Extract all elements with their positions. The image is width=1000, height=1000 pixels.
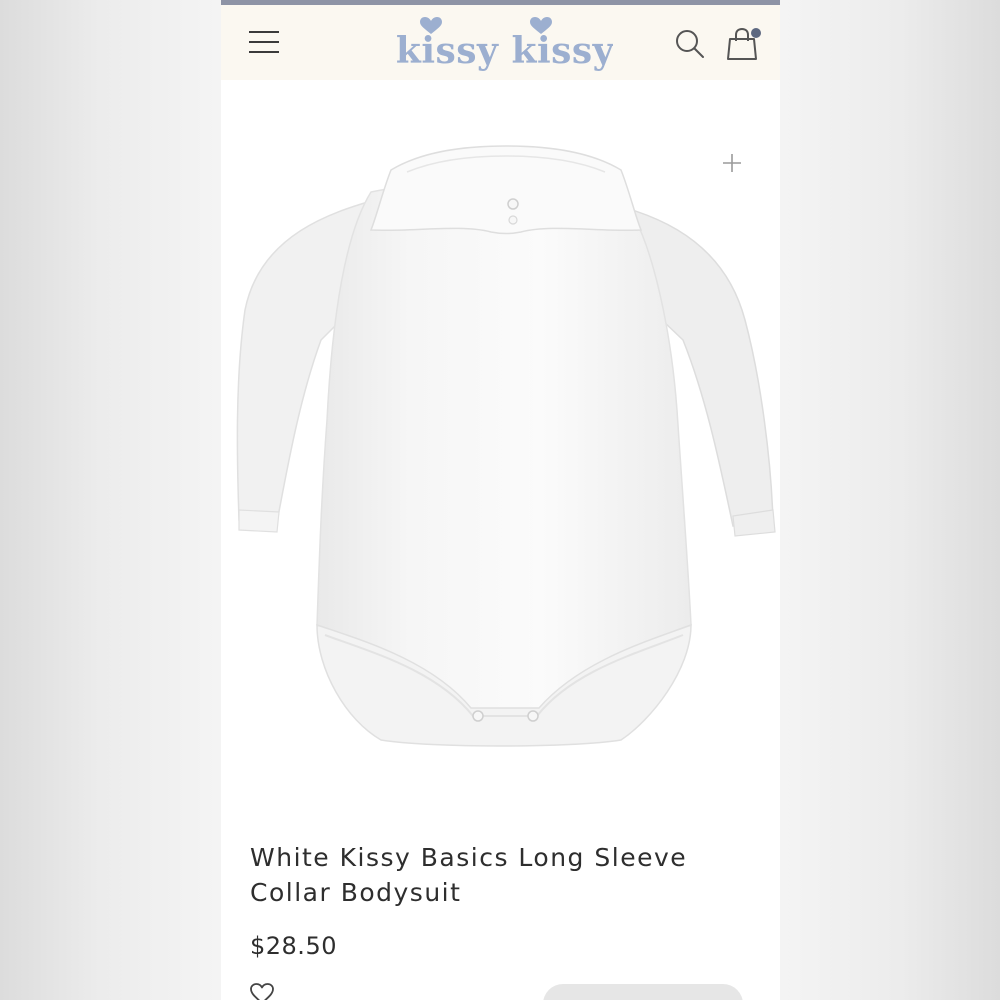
- plus-icon[interactable]: [719, 150, 745, 176]
- bag-badge-icon: [751, 28, 761, 38]
- hamburger-menu-icon[interactable]: [247, 27, 281, 57]
- product-image[interactable]: [221, 80, 780, 820]
- shopping-bag-icon[interactable]: [724, 25, 762, 63]
- mobile-page: kissy kissy White Kissy Basics Long Slee…: [221, 0, 780, 1000]
- site-header: kissy kissy: [221, 5, 780, 80]
- search-icon[interactable]: [673, 27, 707, 61]
- heart-outline-icon[interactable]: [249, 982, 275, 1000]
- product-title: White Kissy Basics Long Sleeve Collar Bo…: [250, 843, 688, 907]
- brand-logo[interactable]: kissy kissy: [396, 13, 614, 75]
- svg-text:kissy kissy: kissy kissy: [397, 30, 613, 72]
- product-price: $28.50: [250, 932, 337, 960]
- add-to-bag-button[interactable]: [543, 984, 743, 1000]
